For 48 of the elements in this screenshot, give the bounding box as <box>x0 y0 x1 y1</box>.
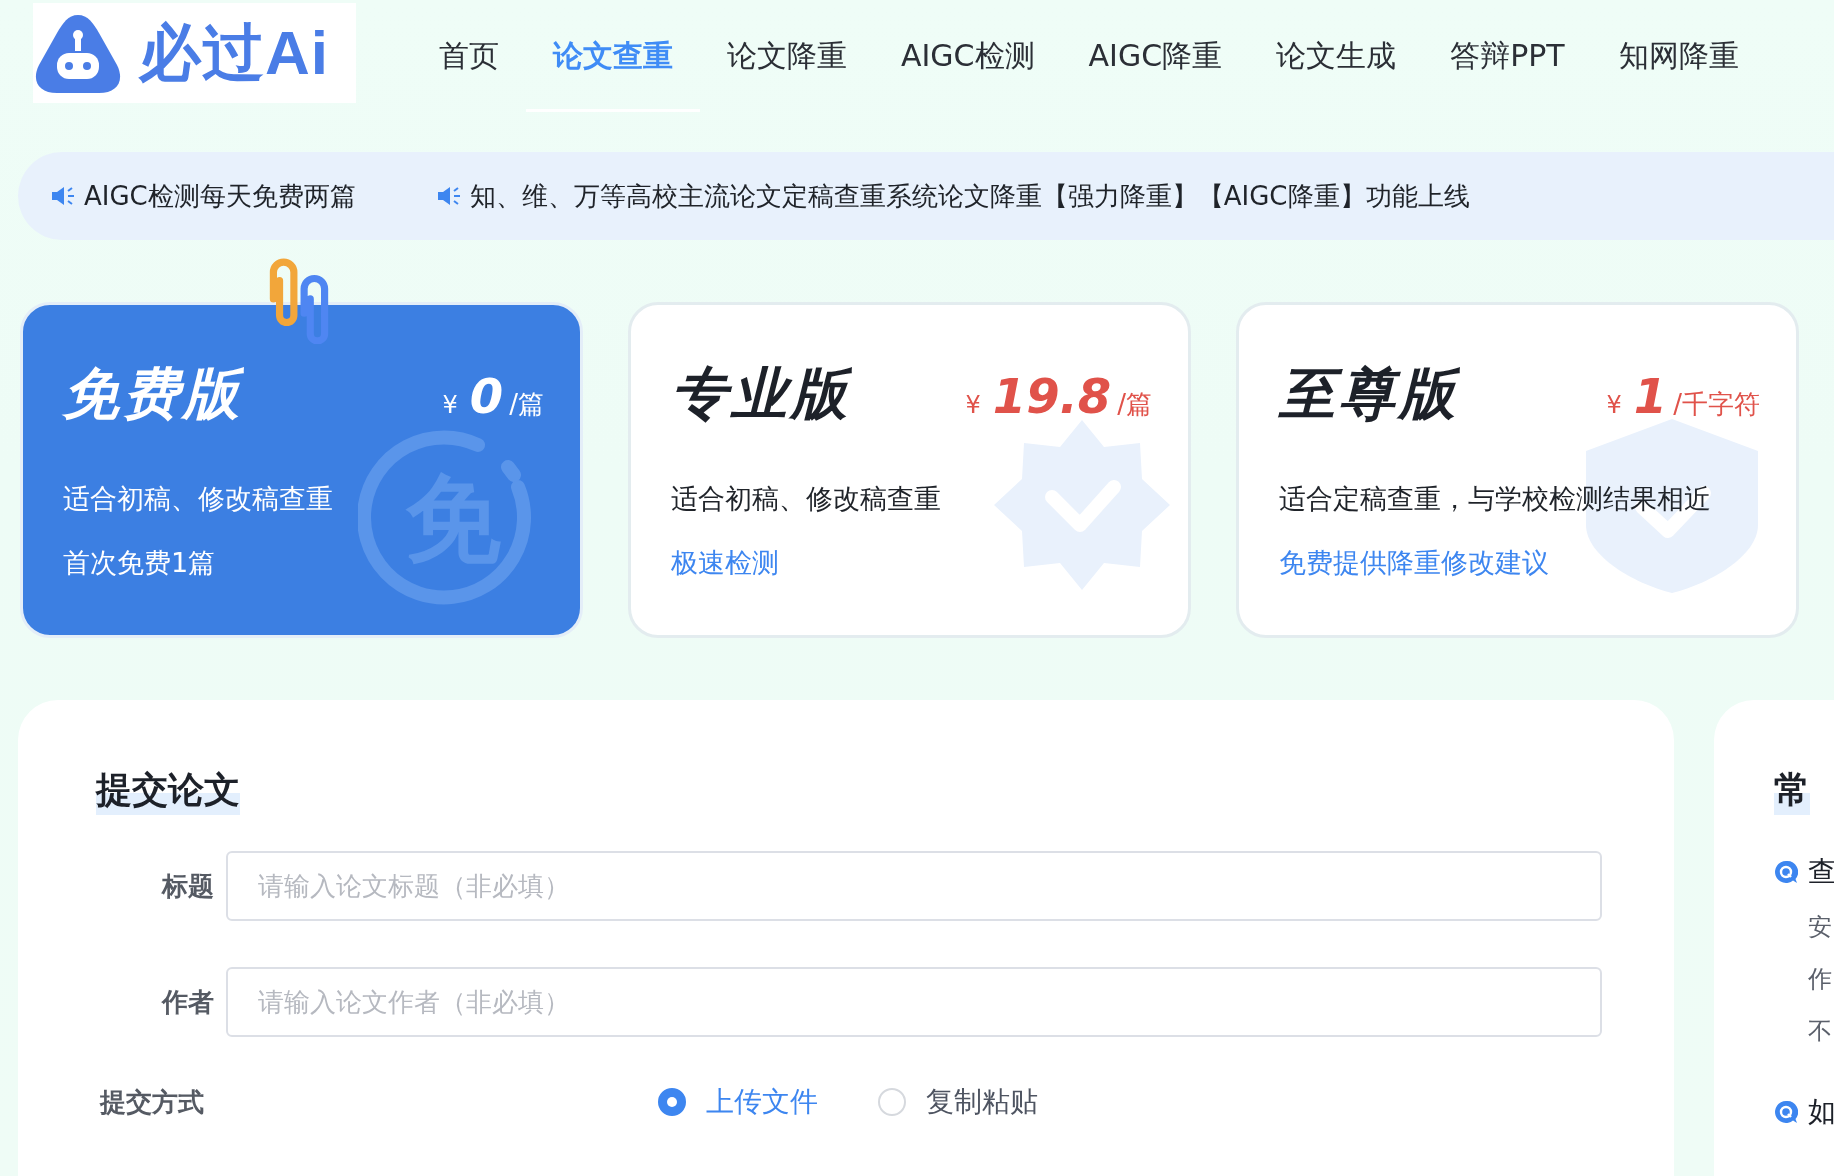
nav-link[interactable]: 论文生成 <box>1249 0 1424 112</box>
plan-feature: 适合初稿、修改稿查重 <box>63 482 333 516</box>
nav-link[interactable]: 知网降重 <box>1591 0 1766 112</box>
plan-price: 19.8 <box>992 368 1112 424</box>
radio-button[interactable] <box>658 1088 686 1116</box>
faq-answer: 不 <box>1808 1016 1833 1047</box>
plan-card[interactable]: 专业版 ¥ 19.8/篇 适合初稿、修改稿查重 极速检测 <box>628 302 1191 638</box>
paperclip-icon <box>268 258 330 344</box>
price-unit: /篇 <box>509 388 544 421</box>
price-unit: /篇 <box>1117 388 1152 421</box>
currency-sign: ¥ <box>965 391 981 419</box>
plan-price: 0 <box>469 368 504 424</box>
currency-sign: ¥ <box>1606 391 1622 419</box>
radio-option[interactable]: 上传文件 <box>658 1083 818 1121</box>
question-icon <box>1774 860 1798 884</box>
faq-answer: 安 <box>1808 912 1833 943</box>
nav-link[interactable]: AIGC降重 <box>1061 0 1250 112</box>
text-input[interactable]: 请输入论文标题（非必填） <box>226 851 1602 921</box>
field-label: 提交方式 <box>100 1085 205 1119</box>
field-label: 作者 <box>160 985 215 1019</box>
speaker-icon <box>435 185 462 207</box>
notice-text: AIGC检测每天免费两篇 <box>84 179 356 213</box>
plan-name: 免费版 <box>63 360 243 428</box>
speaker-icon <box>50 185 76 207</box>
plan-feature: 适合初稿、修改稿查重 <box>671 482 941 516</box>
price-unit: /千字符 <box>1673 388 1760 421</box>
plan-feature: 免费提供降重修改建议 <box>1279 546 1549 580</box>
plan-feature: 首次免费1篇 <box>63 546 216 580</box>
nav-link[interactable]: 答辩PPT <box>1423 0 1592 112</box>
plan-feature: 极速检测 <box>671 546 779 580</box>
faq-answer: 作 <box>1808 964 1833 995</box>
plan-name: 专业版 <box>671 360 851 428</box>
nav-link[interactable]: AIGC检测 <box>874 0 1062 112</box>
nav-link[interactable]: 首页 <box>412 0 526 112</box>
faq-question[interactable]: 查 <box>1808 853 1834 891</box>
field-label: 标题 <box>160 869 215 903</box>
plan-price: 1 <box>1633 368 1668 424</box>
text-input[interactable]: 请输入论文作者（非必填） <box>226 967 1602 1037</box>
plan-card[interactable]: 至尊版 ¥ 1/千字符 适合定稿查重，与学校检测结果相近 免费提供降重修改建议 <box>1236 302 1799 638</box>
currency-sign: ¥ <box>442 391 458 419</box>
plan-name: 至尊版 <box>1279 360 1459 428</box>
logo[interactable]: 必过Ai <box>33 3 356 103</box>
nav-link[interactable]: 论文降重 <box>700 0 874 112</box>
faq-question[interactable]: 如 <box>1808 1093 1834 1131</box>
radio-option[interactable]: 复制粘贴 <box>878 1083 1038 1121</box>
question-icon <box>1774 1100 1798 1124</box>
notice-text: 知、维、万等高校主流论文定稿查重系统论文降重【强力降重】【AIGC降重】功能上线 <box>469 179 1470 213</box>
plan-feature: 适合定稿查重，与学校检测结果相近 <box>1279 482 1711 516</box>
